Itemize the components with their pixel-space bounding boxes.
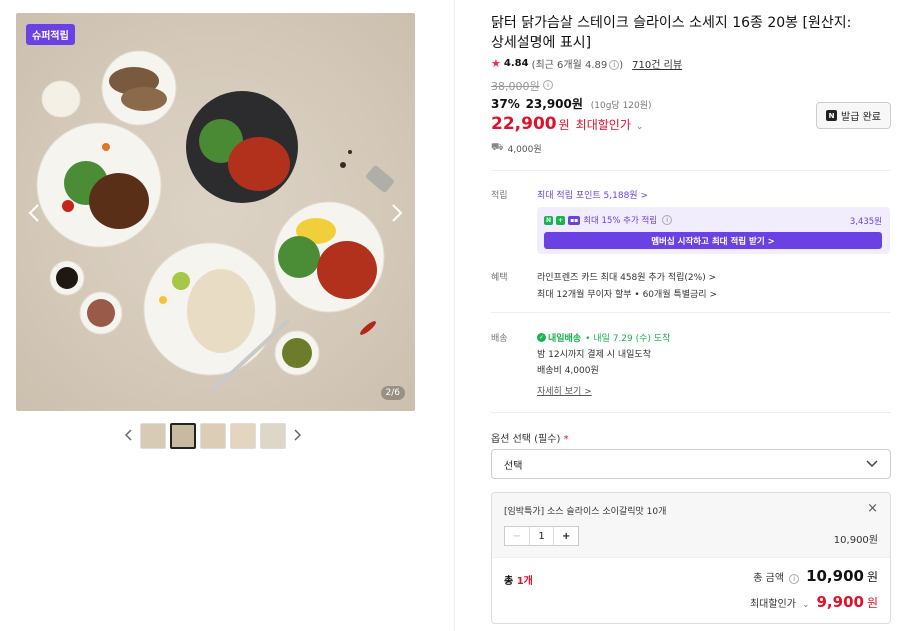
naver-n-icon: N (826, 110, 837, 121)
thumbnail-3[interactable] (200, 423, 226, 449)
sale-price: 23,900원 (525, 97, 583, 111)
thumbnail-1[interactable] (140, 423, 166, 449)
delivery-line: ✓ 내일배송 • 내일 7.29 (수) 도착 (537, 331, 670, 344)
selected-option-name: [임박특가] 소스 슬라이스 소이갈릭맛 10개 (504, 507, 667, 517)
section-divider (491, 412, 891, 413)
chevron-left-icon (28, 204, 39, 222)
thumbnail-2[interactable] (170, 423, 196, 449)
discount-percent: 37% (491, 97, 520, 111)
info-icon[interactable]: i (789, 574, 800, 584)
section-divider (491, 170, 891, 171)
delivery-label: 배송 (491, 334, 508, 344)
selected-option-price: 10,900원 (833, 535, 878, 546)
chevron-right-icon (294, 429, 302, 441)
chevron-left-icon (124, 429, 132, 441)
chevron-down-icon (866, 457, 878, 471)
plus-icon: + (556, 215, 566, 225)
option-select[interactable]: 선택 (491, 449, 891, 479)
info-icon[interactable]: i (543, 80, 553, 90)
card-benefit-link[interactable]: 라인프렌즈 카드 최대 458원 추가 적립(2%) > (537, 270, 716, 283)
product-title: 닭터 닭가슴살 스테이크 슬라이스 소세지 16종 20봉 [원산지: 상세설명… (491, 15, 852, 51)
membership-badge-icon: ▪▪ (568, 215, 581, 225)
quantity-minus-button[interactable]: − (505, 527, 530, 545)
installment-benefit-link[interactable]: 최대 12개월 무이자 할부 • 60개월 특별금리 > (537, 287, 717, 300)
rating-score: 4.84 (503, 58, 529, 69)
truck-icon: ⛟ (491, 142, 504, 153)
discount-price-line: 37% 23,900원 (10g당 120원) (491, 95, 652, 112)
delivery-fee: 배송비 4,000원 (537, 366, 599, 376)
total-max-discount[interactable]: 최대할인가 ⌄ 9,900 원 (750, 593, 878, 611)
chevron-right-icon (392, 204, 403, 222)
extra-points-amount: 3,435원 (849, 217, 882, 227)
delivery-cutoff: 밤 12시까지 결제 시 내일도착 (537, 350, 651, 360)
delivery-details-link[interactable]: 자세히 보기 > (537, 384, 592, 397)
column-divider (454, 0, 455, 631)
super-points-badge: 슈퍼적립 (26, 24, 75, 45)
image-counter: 2/6 (380, 386, 405, 400)
thumbnail-5[interactable] (260, 423, 286, 449)
quantity-plus-button[interactable]: + (553, 527, 578, 545)
next-day-delivery-badge: ✓ 내일배송 (537, 333, 582, 344)
info-icon[interactable]: i (609, 60, 620, 70)
chevron-down-icon: ⌄ (635, 122, 644, 132)
unit-price: (10g당 120원) (590, 101, 652, 111)
thumbnail-4[interactable] (230, 423, 256, 449)
total-count: 총 1개 (504, 576, 533, 587)
section-divider (491, 312, 891, 313)
quantity-stepper: − 1 + (504, 526, 579, 546)
original-price: 38,000원 (491, 80, 540, 93)
gallery-next-button[interactable] (391, 203, 403, 229)
rating-row: ★ 4.84 (최근 6개월 4.89 i) 710건 리뷰 (491, 56, 682, 71)
info-icon[interactable]: i (662, 215, 673, 225)
thumb-next-button[interactable] (290, 427, 304, 445)
recent-rating: (최근 6개월 4.89 i) (531, 60, 624, 71)
close-icon[interactable]: × (867, 501, 878, 516)
product-main-image[interactable]: 슈퍼적립 2/6 (16, 13, 415, 411)
gallery-prev-button[interactable] (28, 203, 40, 229)
food-photo (36, 50, 394, 393)
membership-points-box: N + ▪▪ 최대 15% 추가 적립 i 3,435원 멤버십 시작하고 최대… (537, 207, 890, 254)
benefit-label: 혜택 (491, 273, 508, 283)
chevron-down-icon: ⌄ (801, 600, 810, 610)
selected-option-box: [임박특가] 소스 슬라이스 소이갈릭맛 10개 × − 1 + 10,900원… (491, 492, 891, 624)
max-points-link[interactable]: 최대 적립 포인트 5,188원 > (537, 188, 648, 201)
coupon-issued-button[interactable]: N 발급 완료 (816, 102, 891, 129)
check-icon: ✓ (537, 333, 546, 342)
review-count-link[interactable]: 710건 리뷰 (632, 56, 682, 71)
quantity-value[interactable]: 1 (530, 527, 554, 545)
total-amount: 총 금액 i 10,900 원 (753, 567, 878, 585)
thumbnail-strip (122, 422, 312, 450)
points-label: 적립 (491, 191, 508, 201)
thumb-prev-button[interactable] (122, 427, 136, 445)
option-label: 옵션 선택 (필수) * (491, 434, 569, 445)
membership-start-button[interactable]: 멤버십 시작하고 최대 적립 받기 > (544, 232, 882, 249)
naver-n-icon: N (544, 215, 554, 225)
extra-points-text: 최대 15% 추가 적립 (583, 216, 658, 226)
max-discount-price[interactable]: 22,900 원 최대할인가 ⌄ (491, 114, 643, 134)
delivery-date: • 내일 7.29 (수) 도착 (585, 334, 671, 344)
shipping-fee: ⛟ 4,000원 (491, 142, 542, 155)
star-icon: ★ (491, 57, 501, 70)
